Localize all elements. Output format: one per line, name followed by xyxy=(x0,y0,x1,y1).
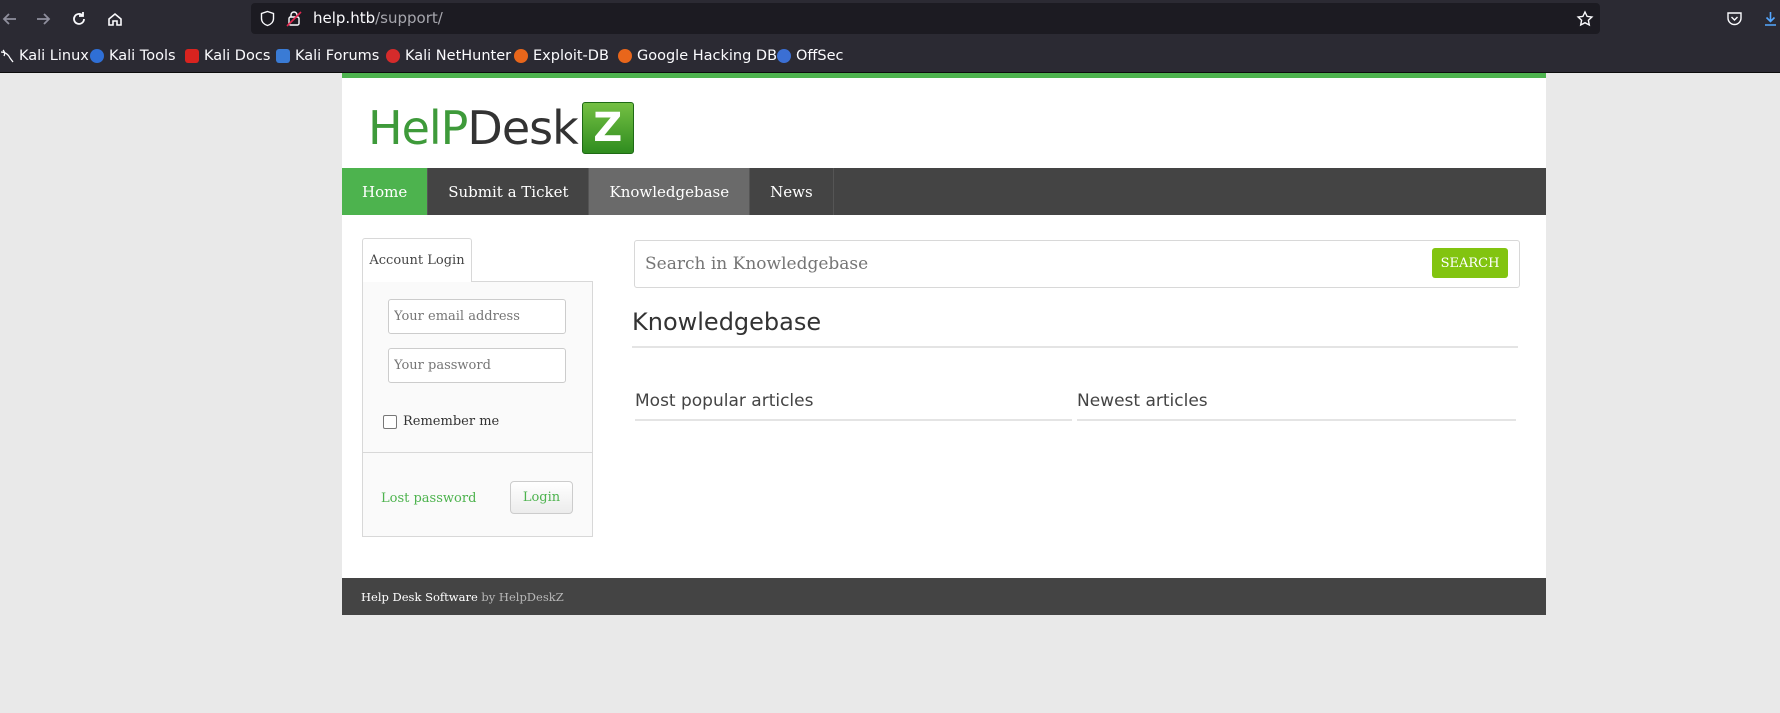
bookmark-label: Kali Linux xyxy=(19,48,89,64)
account-login-tab[interactable]: Account Login xyxy=(362,238,472,282)
page-title: Knowledgebase xyxy=(632,308,822,336)
kb-search-button[interactable]: SEARCH xyxy=(1432,248,1508,278)
forward-button[interactable] xyxy=(30,6,56,32)
nav-knowledgebase[interactable]: Knowledgebase xyxy=(589,168,751,215)
bookmarks-toolbar: Kali Linux Kali Tools Kali Docs Kali For… xyxy=(0,38,1780,73)
helpdeskz-logo[interactable]: HelPDesk Z xyxy=(368,100,634,156)
url-text[interactable]: help.htb/support/ xyxy=(313,9,443,27)
kb-search-input[interactable] xyxy=(645,251,1425,277)
page-footer: Help Desk Software by HelpDeskZ xyxy=(342,578,1546,615)
reload-icon xyxy=(73,12,85,25)
remember-me-label: Remember me xyxy=(403,414,500,429)
bookmark-kali-forums[interactable]: Kali Forums xyxy=(276,46,379,66)
kb-search-box: SEARCH xyxy=(634,240,1520,288)
arrow-right-icon xyxy=(37,13,51,25)
bookmark-label: Kali Forums xyxy=(295,48,380,64)
bookmark-label: Google Hacking DB xyxy=(637,48,778,64)
browser-toolbar: help.htb/support/ xyxy=(0,0,1780,38)
bookmark-kali-tools[interactable]: Kali Tools xyxy=(90,46,176,66)
kali-forums-icon xyxy=(276,49,290,63)
bookmark-google-hacking-db[interactable]: Google Hacking DB xyxy=(618,46,777,66)
url-bar[interactable]: help.htb/support/ xyxy=(251,3,1600,34)
reload-button[interactable] xyxy=(66,6,92,32)
remember-me[interactable]: Remember me xyxy=(383,414,499,429)
url-path: /support/ xyxy=(375,9,443,27)
helpdesk-page: HelPDesk Z Home Submit a Ticket Knowledg… xyxy=(342,73,1546,615)
login-panel: Remember me Lost password Login xyxy=(362,281,593,537)
google-hacking-db-icon xyxy=(618,49,632,63)
newest-articles-title: Newest articles xyxy=(1077,391,1208,411)
footer-text: Help Desk Software by HelpDeskZ xyxy=(361,590,564,604)
home-icon xyxy=(108,12,122,26)
insecure-lock-icon[interactable] xyxy=(286,10,302,27)
logo-z-badge: Z xyxy=(581,102,634,154)
offsec-icon xyxy=(777,49,791,63)
bookmark-kali-docs[interactable]: Kali Docs xyxy=(185,46,270,66)
home-button[interactable] xyxy=(102,6,128,32)
bookmark-label: Kali Tools xyxy=(109,48,176,64)
kali-nethunter-icon xyxy=(386,49,400,63)
login-divider xyxy=(363,452,592,453)
bookmark-offsec[interactable]: OffSec xyxy=(777,46,844,66)
url-host: help.htb xyxy=(313,9,376,27)
logo-help: HelP xyxy=(368,101,468,155)
nav-home[interactable]: Home xyxy=(342,168,429,215)
download-icon[interactable] xyxy=(1762,10,1779,27)
shield-icon[interactable] xyxy=(259,10,276,27)
main-nav: Home Submit a Ticket Knowledgebase News xyxy=(342,168,1546,215)
bookmark-label: Kali Docs xyxy=(204,48,271,64)
kali-docs-icon xyxy=(185,49,199,63)
nav-submit-ticket[interactable]: Submit a Ticket xyxy=(428,168,590,215)
popular-articles-title: Most popular articles xyxy=(635,391,814,411)
nav-news[interactable]: News xyxy=(750,168,834,215)
bookmark-exploit-db[interactable]: Exploit-DB xyxy=(514,46,609,66)
lost-password-link[interactable]: Lost password xyxy=(381,491,476,506)
title-divider xyxy=(632,346,1518,348)
bookmark-star-icon[interactable] xyxy=(1576,10,1594,28)
bookmark-kali-linux[interactable]: Kali Linux xyxy=(0,46,89,66)
pocket-icon[interactable] xyxy=(1726,10,1743,27)
bookmark-label: Kali NetHunter xyxy=(405,48,512,64)
back-button[interactable] xyxy=(0,6,23,32)
remember-me-checkbox[interactable] xyxy=(383,414,397,429)
arrow-left-icon xyxy=(2,13,16,25)
footer-by: by HelpDeskZ xyxy=(481,590,564,604)
bookmark-kali-nethunter[interactable]: Kali NetHunter xyxy=(386,46,511,66)
footer-software-link[interactable]: Help Desk Software xyxy=(361,590,478,604)
password-input[interactable] xyxy=(388,348,566,383)
email-input[interactable] xyxy=(388,299,566,334)
popular-articles-divider xyxy=(635,419,1072,421)
newest-articles-divider xyxy=(1077,419,1516,421)
bookmark-label: Exploit-DB xyxy=(533,48,609,64)
kali-dragon-icon xyxy=(0,49,14,63)
exploit-db-icon xyxy=(514,49,528,63)
logo-desk: Desk xyxy=(467,101,578,155)
login-button[interactable]: Login xyxy=(510,481,573,514)
logo-wordmark: HelPDesk xyxy=(368,105,579,151)
bookmark-label: OffSec xyxy=(796,48,844,64)
kali-tools-icon xyxy=(90,49,104,63)
